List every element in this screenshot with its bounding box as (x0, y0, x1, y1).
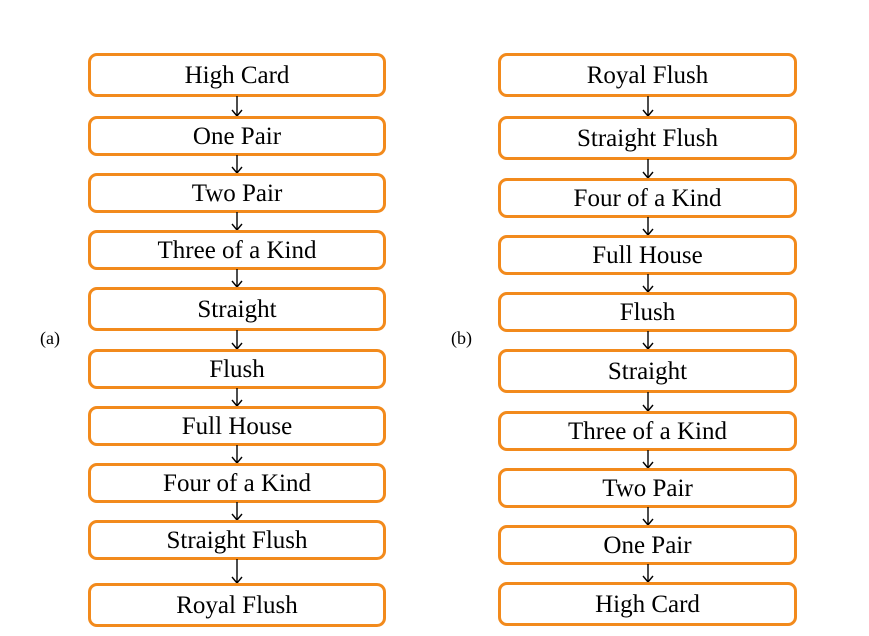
down-arrow-icon (231, 445, 243, 465)
box-one-pair: One Pair (498, 525, 797, 565)
box-two-pair: Two Pair (498, 468, 797, 508)
box-full-house: Full House (498, 235, 797, 275)
box-straight: Straight (88, 287, 386, 331)
box-high-card: High Card (88, 53, 386, 97)
box-four-of-a-kind: Four of a Kind (88, 463, 386, 503)
down-arrow-icon (231, 559, 243, 585)
panel-label-a: (a) (40, 328, 60, 348)
down-arrow-icon (231, 269, 243, 289)
panel-label-b: (b) (451, 328, 472, 348)
down-arrow-icon (641, 274, 654, 294)
box-royal-flush: Royal Flush (498, 53, 797, 97)
box-flush: Flush (498, 292, 797, 332)
down-arrow-icon (231, 330, 243, 351)
box-straight-flush: Straight Flush (88, 520, 386, 560)
box-full-house: Full House (88, 406, 386, 446)
down-arrow-icon (641, 450, 654, 470)
down-arrow-icon (641, 159, 654, 180)
down-arrow-icon (641, 392, 654, 413)
box-high-card: High Card (498, 582, 797, 626)
box-straight: Straight (498, 349, 797, 393)
box-four-of-a-kind: Four of a Kind (498, 178, 797, 218)
down-arrow-icon (641, 96, 654, 118)
box-straight-flush: Straight Flush (498, 116, 797, 160)
down-arrow-icon (231, 96, 243, 118)
down-arrow-icon (641, 331, 654, 351)
box-two-pair: Two Pair (88, 173, 386, 213)
down-arrow-icon (231, 155, 243, 175)
down-arrow-icon (231, 502, 243, 522)
down-arrow-icon (641, 507, 654, 527)
box-three-of-a-kind: Three of a Kind (88, 230, 386, 270)
down-arrow-icon (641, 564, 654, 584)
down-arrow-icon (231, 388, 243, 408)
box-one-pair: One Pair (88, 116, 386, 156)
down-arrow-icon (231, 212, 243, 232)
down-arrow-icon (641, 217, 654, 237)
box-royal-flush: Royal Flush (88, 583, 386, 627)
box-flush: Flush (88, 349, 386, 389)
box-three-of-a-kind: Three of a Kind (498, 411, 797, 451)
